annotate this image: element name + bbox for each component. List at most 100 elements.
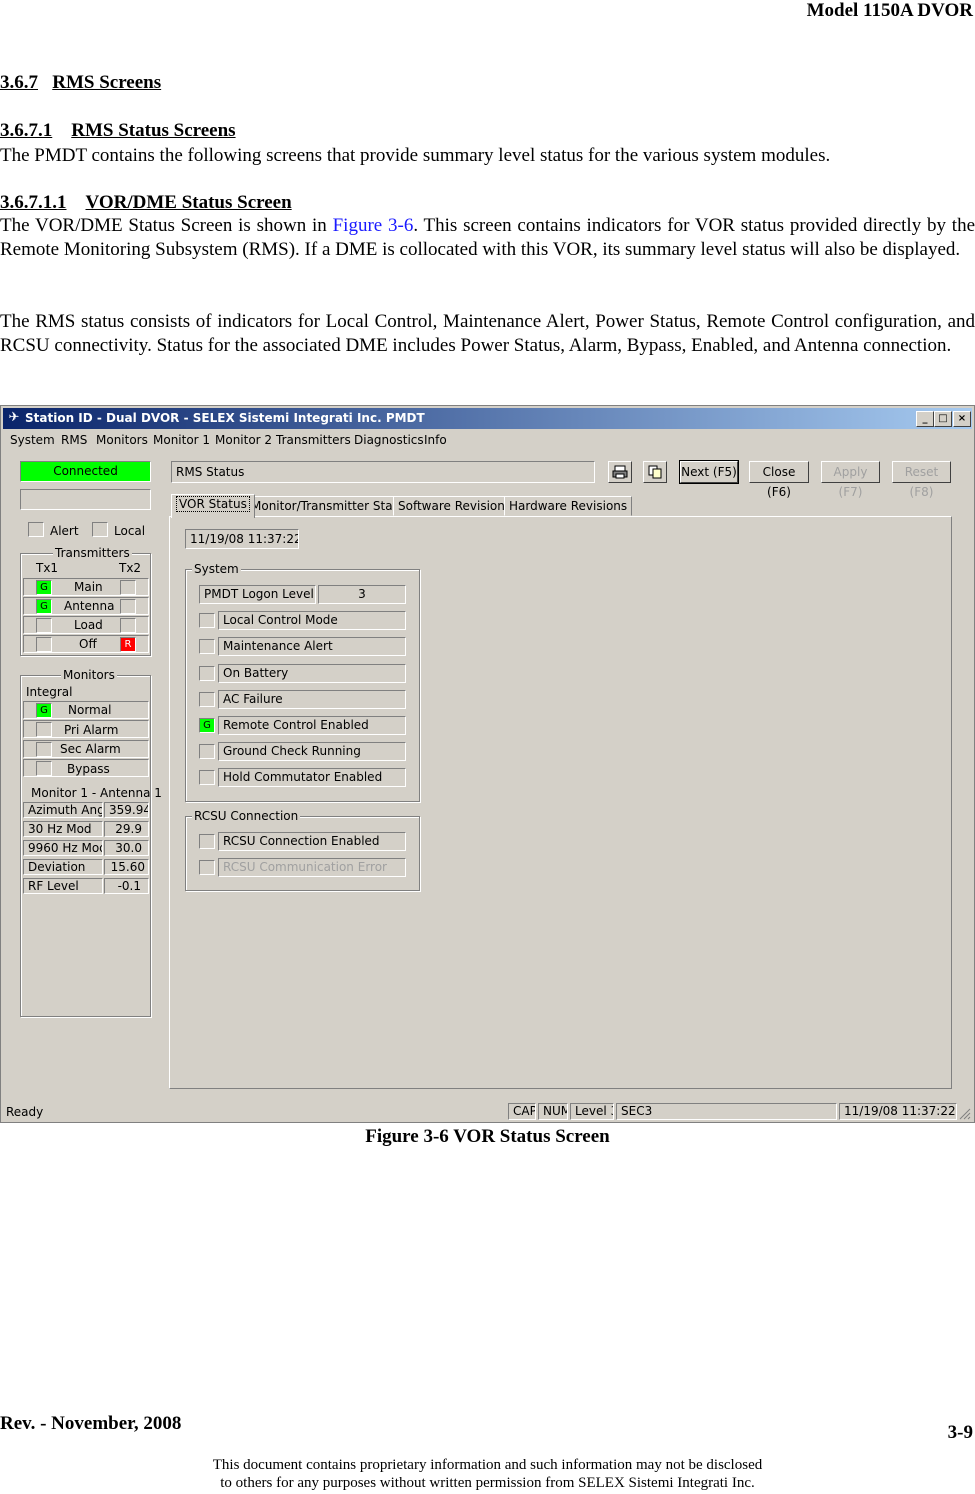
pri-alarm-indicator: [36, 722, 52, 737]
maintenance-alert-label: Maintenance Alert: [218, 637, 406, 656]
alert-label: Alert: [50, 524, 79, 538]
local-label: Local: [114, 524, 146, 538]
tab-label: VOR Status: [176, 496, 250, 512]
status-time: 11/19/08 11:37:22: [839, 1103, 957, 1120]
tx2-load-indicator: [120, 618, 136, 633]
tab-software-revisions[interactable]: Software Revisions: [393, 496, 517, 516]
tab-hardware-revisions[interactable]: Hardware Revisions: [504, 496, 633, 516]
tx1-main-indicator: G: [36, 580, 52, 595]
app-icon: ✈: [8, 410, 20, 425]
monitor-antenna-label: Monitor 1 - Antenna 1: [31, 786, 162, 800]
remote-control-enabled-label: Remote Control Enabled: [218, 716, 406, 735]
screen-name-field: RMS Status: [171, 461, 595, 483]
section-title: VOR/DME Status Screen: [85, 192, 292, 213]
rcsu-connection-enabled-label: RCSU Connection Enabled: [218, 832, 406, 851]
bypass-indicator: [36, 761, 52, 776]
monitors-title: Monitors: [61, 668, 117, 682]
local-control-mode-label: Local Control Mode: [218, 611, 406, 630]
rcsu-communication-error-indicator: [199, 860, 215, 875]
copy-icon: [648, 465, 662, 479]
document-model-header: Model 1150A DVOR: [806, 0, 973, 21]
status-ready: Ready: [6, 1105, 44, 1119]
maximize-button[interactable]: □: [934, 411, 952, 427]
tab-monitor-transmitter-status[interactable]: Monitor/Transmitter Status: [246, 496, 417, 516]
rcsu-communication-error-label: RCSU Communication Error: [218, 858, 406, 877]
section-paragraph: The PMDT contains the following screens …: [0, 145, 831, 166]
logon-level-label: PMDT Logon Level: [199, 585, 316, 604]
param-value-9960hz: 30.0: [104, 840, 149, 856]
system-title: System: [192, 562, 241, 576]
param-value-deviation: 15.60: [104, 859, 149, 875]
tx-off-label: Off: [79, 637, 97, 651]
close-window-button[interactable]: ×: [953, 411, 971, 427]
panel-timestamp: 11/19/08 11:37:22: [185, 529, 299, 549]
section-number: 3.6.7.1: [0, 120, 53, 141]
window-title: Station ID - Dual DVOR - SELEX Sistemi I…: [25, 411, 425, 425]
section-title: RMS Status Screens: [71, 120, 236, 141]
section-heading-3-6-7: 3.6.7 RMS Screens: [0, 72, 161, 94]
apply-button[interactable]: Apply (F7): [821, 461, 880, 499]
sec-alarm-indicator: [36, 742, 52, 757]
local-control-mode-indicator: [199, 613, 215, 628]
integral-label: Integral: [26, 685, 73, 699]
close-button[interactable]: Close (F6): [749, 461, 809, 499]
transmitters-title: Transmitters: [53, 546, 132, 560]
param-value-rf-level: -0.1: [104, 878, 149, 894]
section-paragraph: The VOR/DME Status Screen is shown in Fi…: [0, 214, 975, 262]
resize-grip-icon[interactable]: [959, 1108, 971, 1120]
remote-control-enabled-indicator: G: [199, 718, 215, 733]
section-number: 3.6.7.1.1: [0, 192, 67, 213]
param-label-rf-level: RF Level: [23, 878, 103, 894]
tx-load-label: Load: [74, 618, 103, 632]
printer-icon: [612, 465, 628, 479]
page-number: 3-9: [947, 1422, 973, 1443]
copy-button[interactable]: [643, 461, 667, 483]
sec-alarm-label: Sec Alarm: [60, 742, 121, 756]
reset-button[interactable]: Reset (F8): [892, 461, 951, 499]
tx1-label: Tx1: [36, 561, 59, 575]
section-heading-3-6-7-1-1: 3.6.7.1.1 VOR/DME Status Screen: [0, 192, 292, 214]
param-value-azimuth: 359.94: [104, 802, 149, 818]
hold-commutator-enabled-label: Hold Commutator Enabled: [218, 768, 406, 787]
tx2-label: Tx2: [119, 561, 142, 575]
bypass-label: Bypass: [67, 762, 110, 776]
tx2-antenna-indicator: [120, 599, 136, 614]
tx-antenna-label: Antenna: [64, 599, 115, 613]
status-cap: CAP: [508, 1103, 536, 1120]
notice-line-1: This document contains proprietary infor…: [212, 1457, 763, 1473]
local-indicator: [92, 522, 108, 537]
connection-status: Connected: [20, 461, 151, 482]
minimize-button[interactable]: _: [916, 411, 934, 427]
next-button[interactable]: Next (F5): [679, 460, 739, 484]
alert-indicator: [28, 522, 44, 537]
menu-transmitters[interactable]: Transmitters: [276, 433, 351, 447]
figure-link[interactable]: Figure 3-6: [333, 215, 414, 236]
tx1-antenna-indicator: G: [36, 599, 52, 614]
ground-check-running-indicator: [199, 744, 215, 759]
tx1-load-indicator: [36, 618, 52, 633]
window-titlebar[interactable]: ✈ Station ID - Dual DVOR - SELEX Sistemi…: [3, 408, 972, 429]
menu-info[interactable]: Info: [424, 433, 447, 447]
rcsu-connection-enabled-indicator: [199, 834, 215, 849]
tx2-main-indicator: [120, 580, 136, 595]
print-button[interactable]: [608, 461, 632, 483]
tx1-off-indicator: [36, 637, 52, 652]
section-title: RMS Screens: [52, 72, 162, 93]
param-label-9960hz: 9960 Hz Mod: [23, 840, 103, 856]
tx2-off-indicator: R: [120, 637, 136, 652]
status-num: NUM: [538, 1103, 568, 1120]
tab-vor-status[interactable]: VOR Status: [171, 494, 255, 518]
menu-system[interactable]: System: [10, 433, 55, 447]
menu-monitors[interactable]: Monitors: [96, 433, 148, 447]
menu-diagnostics[interactable]: Diagnostics: [354, 433, 424, 447]
menu-bar: System RMS Monitors Monitor 1 Monitor 2 …: [3, 431, 972, 449]
tx-main-label: Main: [74, 580, 103, 594]
menu-monitor-2[interactable]: Monitor 2: [215, 433, 272, 447]
normal-label: Normal: [68, 703, 112, 717]
status-sec: SEC3: [616, 1103, 837, 1120]
section-paragraph: The RMS status consists of indicators fo…: [0, 311, 975, 356]
menu-monitor-1[interactable]: Monitor 1: [153, 433, 210, 447]
on-battery-indicator: [199, 666, 215, 681]
menu-rms[interactable]: RMS: [61, 433, 87, 447]
status-blank-field: [20, 489, 151, 510]
